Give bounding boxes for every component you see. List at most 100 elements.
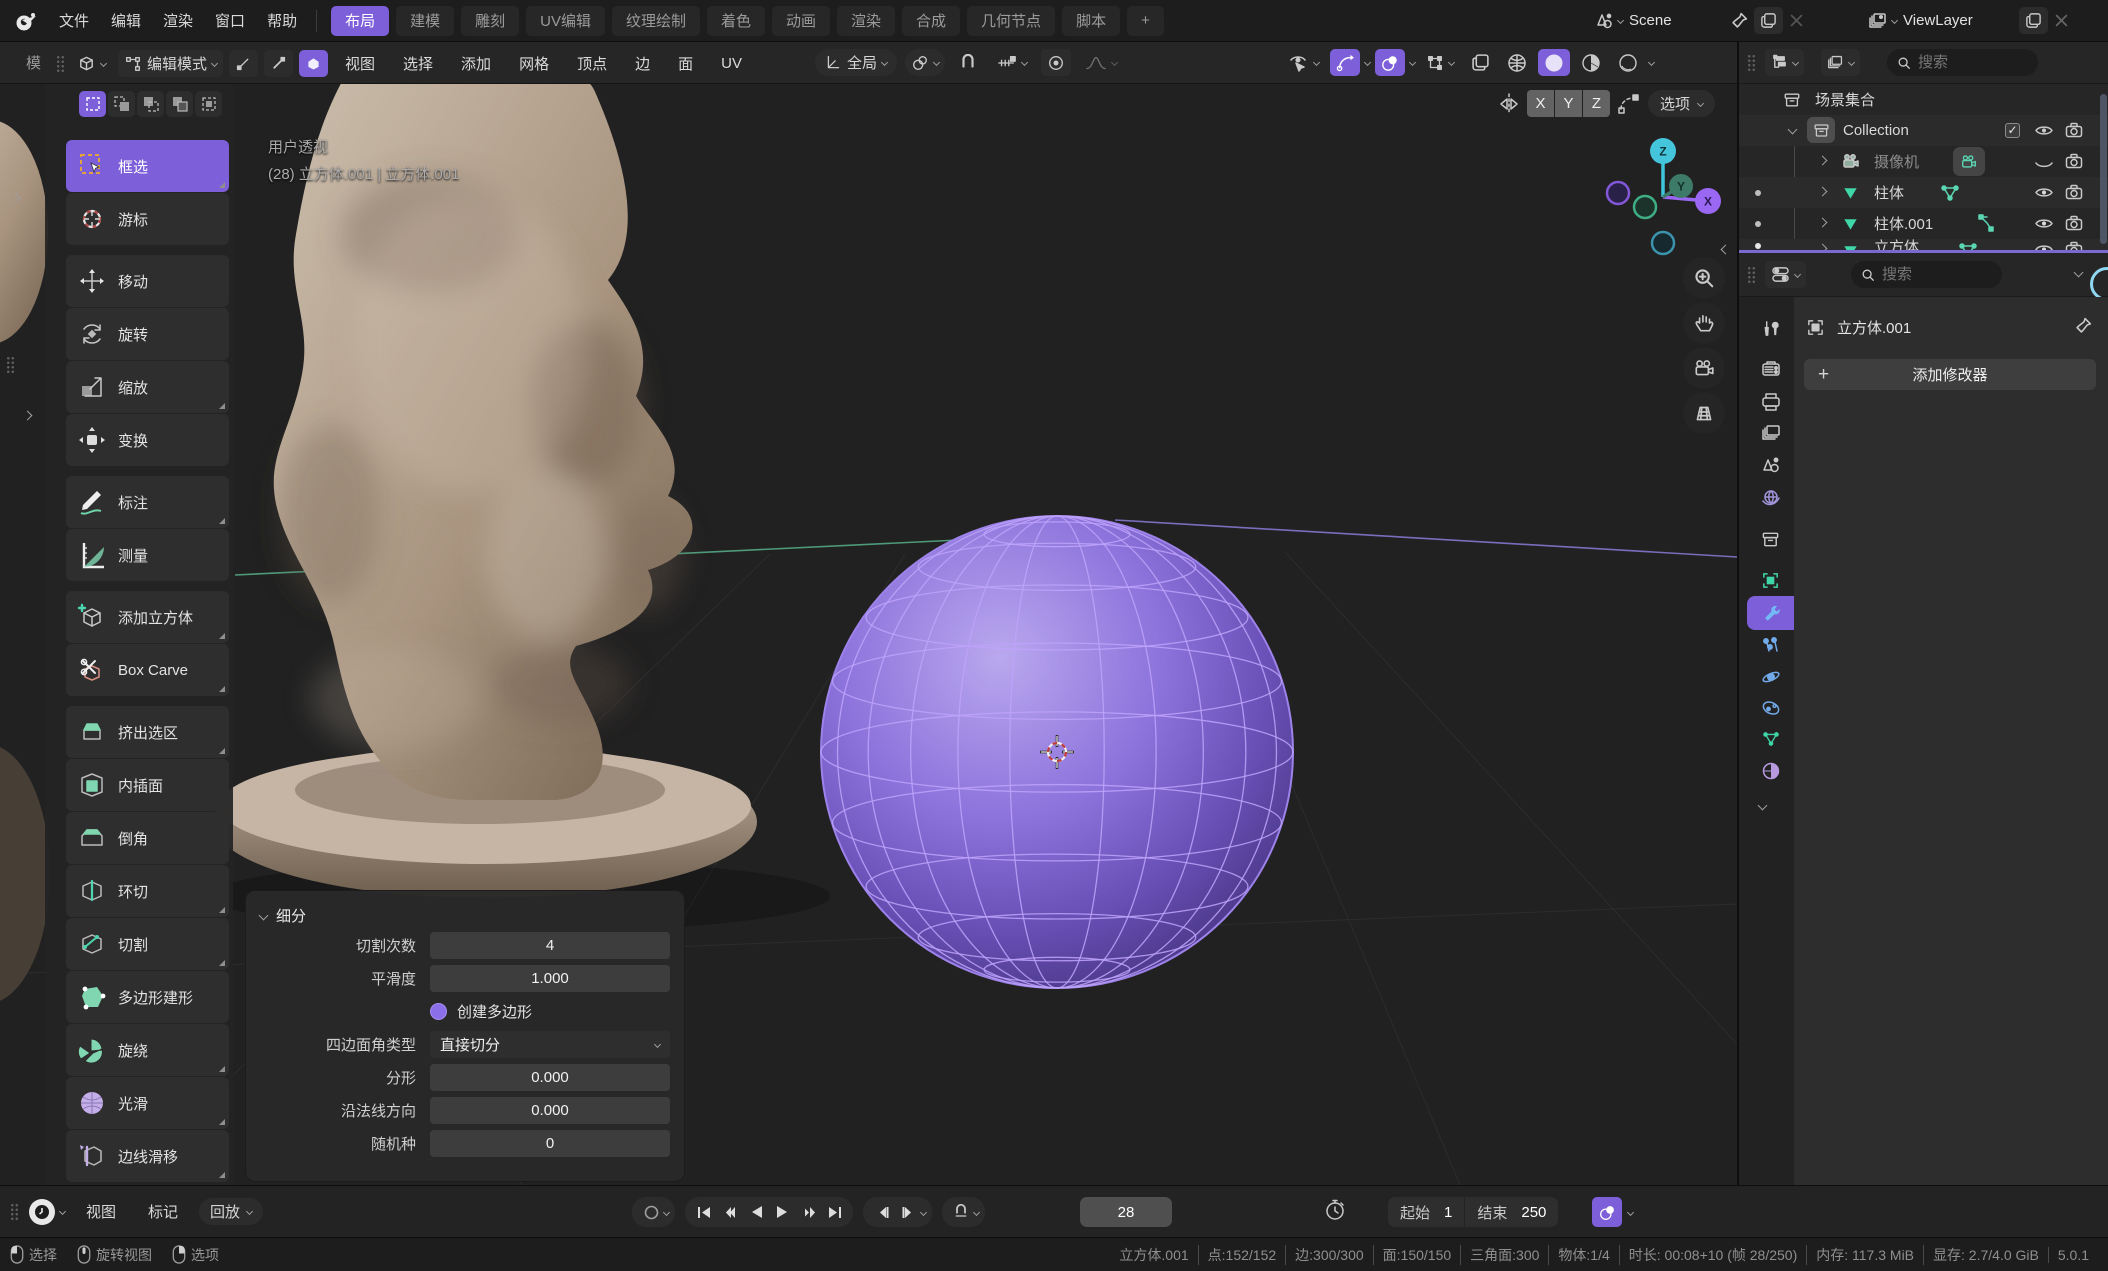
tool-smooth[interactable]: 光滑 <box>66 1077 229 1129</box>
operator-panel-header[interactable]: 细分 <box>260 901 670 929</box>
mesh-data-icon[interactable] <box>1939 182 1961 204</box>
tab-view-layer[interactable] <box>1747 416 1794 450</box>
properties-tab-browse-dropdown[interactable] <box>1765 261 1806 288</box>
menu-render[interactable]: 渲染 <box>152 6 204 35</box>
tab-world[interactable] <box>1747 480 1794 514</box>
new-viewlayer-button[interactable] <box>2019 7 2048 34</box>
outliner-row-cylinder-001[interactable]: 柱体.001 <box>1739 208 2108 239</box>
outliner-search-input[interactable] <box>1918 54 2028 71</box>
tab-output[interactable] <box>1747 385 1794 419</box>
sphere-mesh-object[interactable] <box>821 516 1293 988</box>
new-scene-button[interactable] <box>1754 7 1783 34</box>
expand-icon[interactable] <box>1818 218 1828 228</box>
add-workspace-button[interactable]: + <box>1127 6 1164 36</box>
tool-move[interactable]: 移动 <box>66 255 229 307</box>
hidden-eye-icon[interactable] <box>2035 158 2053 171</box>
tool-scale[interactable]: 缩放 <box>66 361 229 413</box>
select-mode-face-button[interactable] <box>299 50 328 77</box>
prev-keyframe-button[interactable] <box>717 1199 743 1225</box>
camera-view-button[interactable] <box>1683 347 1725 389</box>
current-frame-field[interactable]: 28 <box>1080 1197 1172 1227</box>
navigation-gizmo[interactable]: Z Y X <box>1597 133 1729 265</box>
breadcrumb-object-name[interactable]: 立方体.001 <box>1837 317 1911 338</box>
workspace-tab-animation[interactable]: 动画 <box>772 6 830 36</box>
editor-type-button[interactable] <box>71 50 112 77</box>
quad-corner-type-dropdown[interactable]: 直接切分 <box>430 1031 670 1058</box>
select-subtract-button[interactable] <box>137 91 164 117</box>
play-button[interactable] <box>769 1199 795 1225</box>
hide-eye-icon[interactable] <box>2035 186 2053 199</box>
outliner-search[interactable] <box>1887 49 2038 76</box>
tool-transform[interactable]: 变换 <box>66 414 229 466</box>
tabs-overflow-arrow[interactable] <box>1758 801 1768 811</box>
mirror-z-button[interactable]: Z <box>1583 90 1610 117</box>
timeline-editor-type-button[interactable] <box>29 1199 65 1225</box>
snap-toggle[interactable] <box>953 49 983 76</box>
tab-collection[interactable] <box>1747 522 1794 556</box>
timeline-overlays-dropdown[interactable] <box>1627 1208 1634 1215</box>
select-mode-vertex-button[interactable] <box>229 50 258 77</box>
tool-knife[interactable]: 切割 <box>66 918 229 970</box>
tool-measure[interactable]: 测量 <box>66 529 229 581</box>
snap-face-nearest-icon[interactable] <box>1617 93 1641 115</box>
pin-icon[interactable] <box>1731 12 1748 29</box>
tool-poly-build[interactable]: 多边形建形 <box>66 971 229 1023</box>
tab-render[interactable] <box>1747 352 1794 386</box>
outliner-row-collection[interactable]: Collection ✓ <box>1739 115 2108 146</box>
mirror-x-button[interactable]: X <box>1527 90 1554 117</box>
select-extend-button[interactable] <box>108 91 135 117</box>
pan-button[interactable] <box>1683 302 1725 344</box>
workspace-tab-uv[interactable]: UV编辑 <box>526 6 605 36</box>
tool-cursor[interactable]: 游标 <box>66 193 229 245</box>
tool-annotate[interactable]: 标注 <box>66 476 229 528</box>
tool-add-cube[interactable]: 添加立方体 <box>66 591 229 643</box>
disable-render-icon[interactable] <box>2065 215 2083 231</box>
expand-icon[interactable] <box>1818 187 1828 197</box>
active-camera-badge[interactable] <box>1953 147 1985 176</box>
frame-end-field[interactable]: 结束250 <box>1465 1197 1558 1227</box>
smoothness-field[interactable]: 1.000 <box>430 965 670 992</box>
menu-select[interactable]: 选择 <box>392 49 444 78</box>
fractal-field[interactable]: 0.000 <box>430 1064 670 1091</box>
menu-view[interactable]: 视图 <box>334 49 386 78</box>
gizmo-neg-x[interactable] <box>1607 182 1629 204</box>
viewlayer-browse-button[interactable] <box>1868 11 1897 31</box>
step-dropdown[interactable] <box>920 1208 927 1215</box>
tab-physics[interactable] <box>1747 660 1794 694</box>
workspace-tab-sculpting[interactable]: 雕刻 <box>461 6 519 36</box>
create-ngons-checkbox[interactable]: 创建多边形 <box>430 1001 532 1022</box>
mode-selector[interactable]: 编辑模式 <box>118 50 223 77</box>
shading-rendered-button[interactable] <box>1612 49 1644 76</box>
shading-material-button[interactable] <box>1575 49 1607 76</box>
tool-inset-faces[interactable]: 内插面 <box>66 759 229 811</box>
tool-bevel[interactable]: 倒角 <box>66 812 229 864</box>
timeline-menu-view[interactable]: 视图 <box>75 1197 127 1226</box>
outliner-display-mode-dropdown[interactable] <box>1765 49 1804 76</box>
hide-eye-icon[interactable] <box>2035 217 2053 230</box>
frame-start-field[interactable]: 起始1 <box>1388 1197 1465 1227</box>
menu-face[interactable]: 面 <box>667 49 704 78</box>
menu-file[interactable]: 文件 <box>48 6 100 35</box>
workspace-tab-modeling[interactable]: 建模 <box>396 6 454 36</box>
proportional-editing-toggle[interactable] <box>1041 49 1071 76</box>
outliner-row-scene-collection[interactable]: 场景集合 <box>1739 84 2108 115</box>
visibility-dropdown[interactable] <box>1283 49 1325 76</box>
scene-name[interactable]: Scene <box>1629 12 1725 29</box>
properties-grip[interactable] <box>1747 266 1756 283</box>
workspace-tab-compositing[interactable]: 合成 <box>902 6 960 36</box>
xray-settings-dropdown[interactable] <box>1420 49 1460 76</box>
viewport-options-dropdown[interactable]: 选项 <box>1648 90 1715 117</box>
show-gizmo-toggle[interactable] <box>1330 49 1360 76</box>
menu-add[interactable]: 添加 <box>450 49 502 78</box>
shading-solid-button[interactable] <box>1538 49 1570 76</box>
workspace-tab-texture-paint[interactable]: 纹理绘制 <box>612 6 700 36</box>
jump-to-end-button[interactable] <box>821 1199 847 1225</box>
header-grip[interactable] <box>56 55 65 72</box>
tab-material[interactable] <box>1747 754 1794 788</box>
pivot-point-dropdown[interactable] <box>905 49 945 76</box>
auto-key-record-button[interactable] <box>638 1199 664 1225</box>
outliner-row-camera[interactable]: 摄像机 <box>1739 146 2108 177</box>
transform-orientation-dropdown[interactable]: 全局 <box>815 49 897 76</box>
collapse-icon[interactable] <box>1788 125 1798 135</box>
timeline-grip[interactable] <box>10 1203 19 1220</box>
